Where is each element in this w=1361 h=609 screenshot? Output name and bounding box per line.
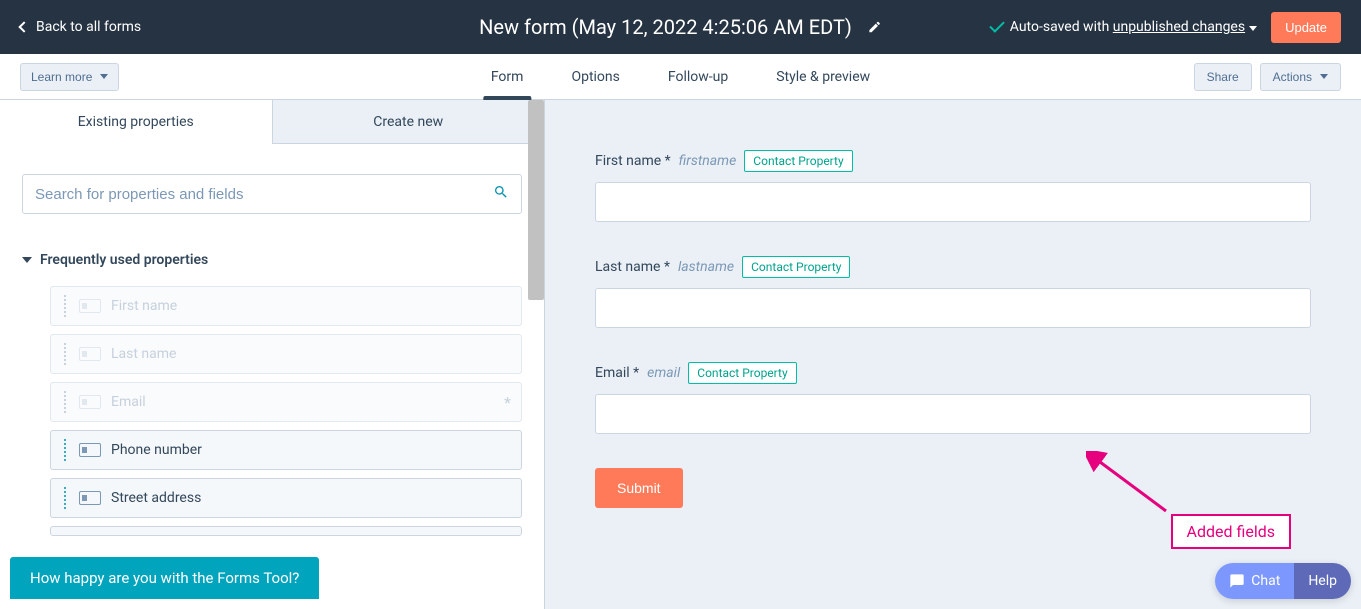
drag-handle-icon [61,391,69,413]
section-title: Frequently used properties [40,252,208,268]
autosave-status[interactable]: Auto-saved with unpublished changes [990,19,1257,35]
property-label: Last name [111,346,511,362]
property-label: First name [111,298,511,314]
help-button[interactable]: Help [1294,563,1351,599]
right-actions: Share Actions [1194,63,1341,91]
learn-more-button[interactable]: Learn more [20,63,119,91]
caret-down-icon [1320,74,1328,79]
chat-button[interactable]: Chat [1215,563,1294,599]
text-field-icon [79,347,101,361]
autosave-changes: unpublished changes [1113,19,1245,35]
caret-down-icon [100,74,108,79]
page-title: New form (May 12, 2022 4:25:06 AM EDT) [479,15,852,39]
field-internal-name: email [647,365,680,381]
editor-tabs: Form Options Follow-up Style & preview [491,54,870,99]
form-field[interactable]: Last name * lastname Contact Property [595,256,1311,328]
text-field-icon [79,395,101,409]
field-internal-name: firstname [679,153,737,169]
section-toggle-frequent[interactable]: Frequently used properties [22,252,522,268]
property-label: Email [111,394,494,410]
field-input[interactable] [595,288,1311,328]
scrollbar-thumb[interactable] [528,100,544,300]
field-label-row: First name * firstname Contact Property [595,150,1311,172]
field-internal-name: lastname [678,259,734,275]
left-pane: Existing properties Create new Frequentl… [0,100,545,609]
tab-form[interactable]: Form [491,54,524,99]
field-label: Last name * [595,259,670,275]
field-input[interactable] [595,394,1311,434]
property-item[interactable] [50,526,522,536]
property-tabs: Existing properties Create new [0,100,544,144]
caret-down-icon [22,257,32,263]
property-item: First name [50,286,522,326]
annotation-arrow [1086,451,1176,521]
required-indicator: * [504,393,511,412]
field-label-row: Last name * lastname Contact Property [595,256,1311,278]
main-split: Existing properties Create new Frequentl… [0,100,1361,609]
tab-existing-properties[interactable]: Existing properties [0,100,273,144]
annotation-label: Added fields [1171,514,1291,549]
form-canvas: First name *firstnameContact PropertyLas… [545,100,1361,609]
property-type-tag: Contact Property [744,150,852,172]
drag-handle-icon [61,343,69,365]
drag-handle-icon[interactable] [61,487,69,509]
text-field-icon [79,443,101,457]
search-box[interactable] [22,174,522,214]
property-item: Last name [50,334,522,374]
form-field[interactable]: First name * firstname Contact Property [595,150,1311,222]
field-label-row: Email * email Contact Property [595,362,1311,384]
field-label: Email * [595,365,639,381]
caret-down-icon [1249,26,1257,31]
property-type-tag: Contact Property [742,256,850,278]
second-bar: Learn more Form Options Follow-up Style … [0,54,1361,100]
back-link[interactable]: Back to all forms [20,19,141,35]
tab-followup[interactable]: Follow-up [668,54,728,99]
field-label: First name * [595,153,671,169]
autosave-prefix: Auto-saved with [1010,19,1113,35]
topbar-right: Auto-saved with unpublished changes Upda… [990,12,1341,43]
back-label: Back to all forms [36,19,141,35]
property-label: Street address [111,490,511,506]
search-input[interactable] [35,186,493,203]
help-widget: Chat Help [1215,563,1351,599]
text-field-icon [79,491,101,505]
field-input[interactable] [595,182,1311,222]
left-inner: Frequently used properties First name Las… [0,144,544,609]
submit-button[interactable]: Submit [595,468,683,508]
property-list: First name Last name Email * Phone number Str… [22,286,522,536]
form-title-group: New form (May 12, 2022 4:25:06 AM EDT) [479,15,882,39]
property-item: Email * [50,382,522,422]
check-icon [989,17,1005,33]
drag-handle-icon[interactable] [61,439,69,461]
chevron-left-icon [18,21,29,32]
tab-style[interactable]: Style & preview [776,54,870,99]
search-icon [493,184,509,204]
actions-button[interactable]: Actions [1260,63,1341,91]
share-button[interactable]: Share [1194,63,1252,91]
feedback-prompt[interactable]: How happy are you with the Forms Tool? [10,557,319,599]
top-bar: Back to all forms New form (May 12, 2022… [0,0,1361,54]
tab-options[interactable]: Options [571,54,619,99]
property-item[interactable]: Street address [50,478,522,518]
property-type-tag: Contact Property [688,362,796,384]
property-label: Phone number [111,442,511,458]
edit-title-button[interactable] [868,15,882,39]
text-field-icon [79,299,101,313]
form-field[interactable]: Email * email Contact Property [595,362,1311,434]
learn-more-label: Learn more [31,70,92,84]
property-item[interactable]: Phone number [50,430,522,470]
tab-create-new[interactable]: Create new [273,100,545,144]
update-button[interactable]: Update [1271,12,1341,43]
drag-handle-icon [61,295,69,317]
